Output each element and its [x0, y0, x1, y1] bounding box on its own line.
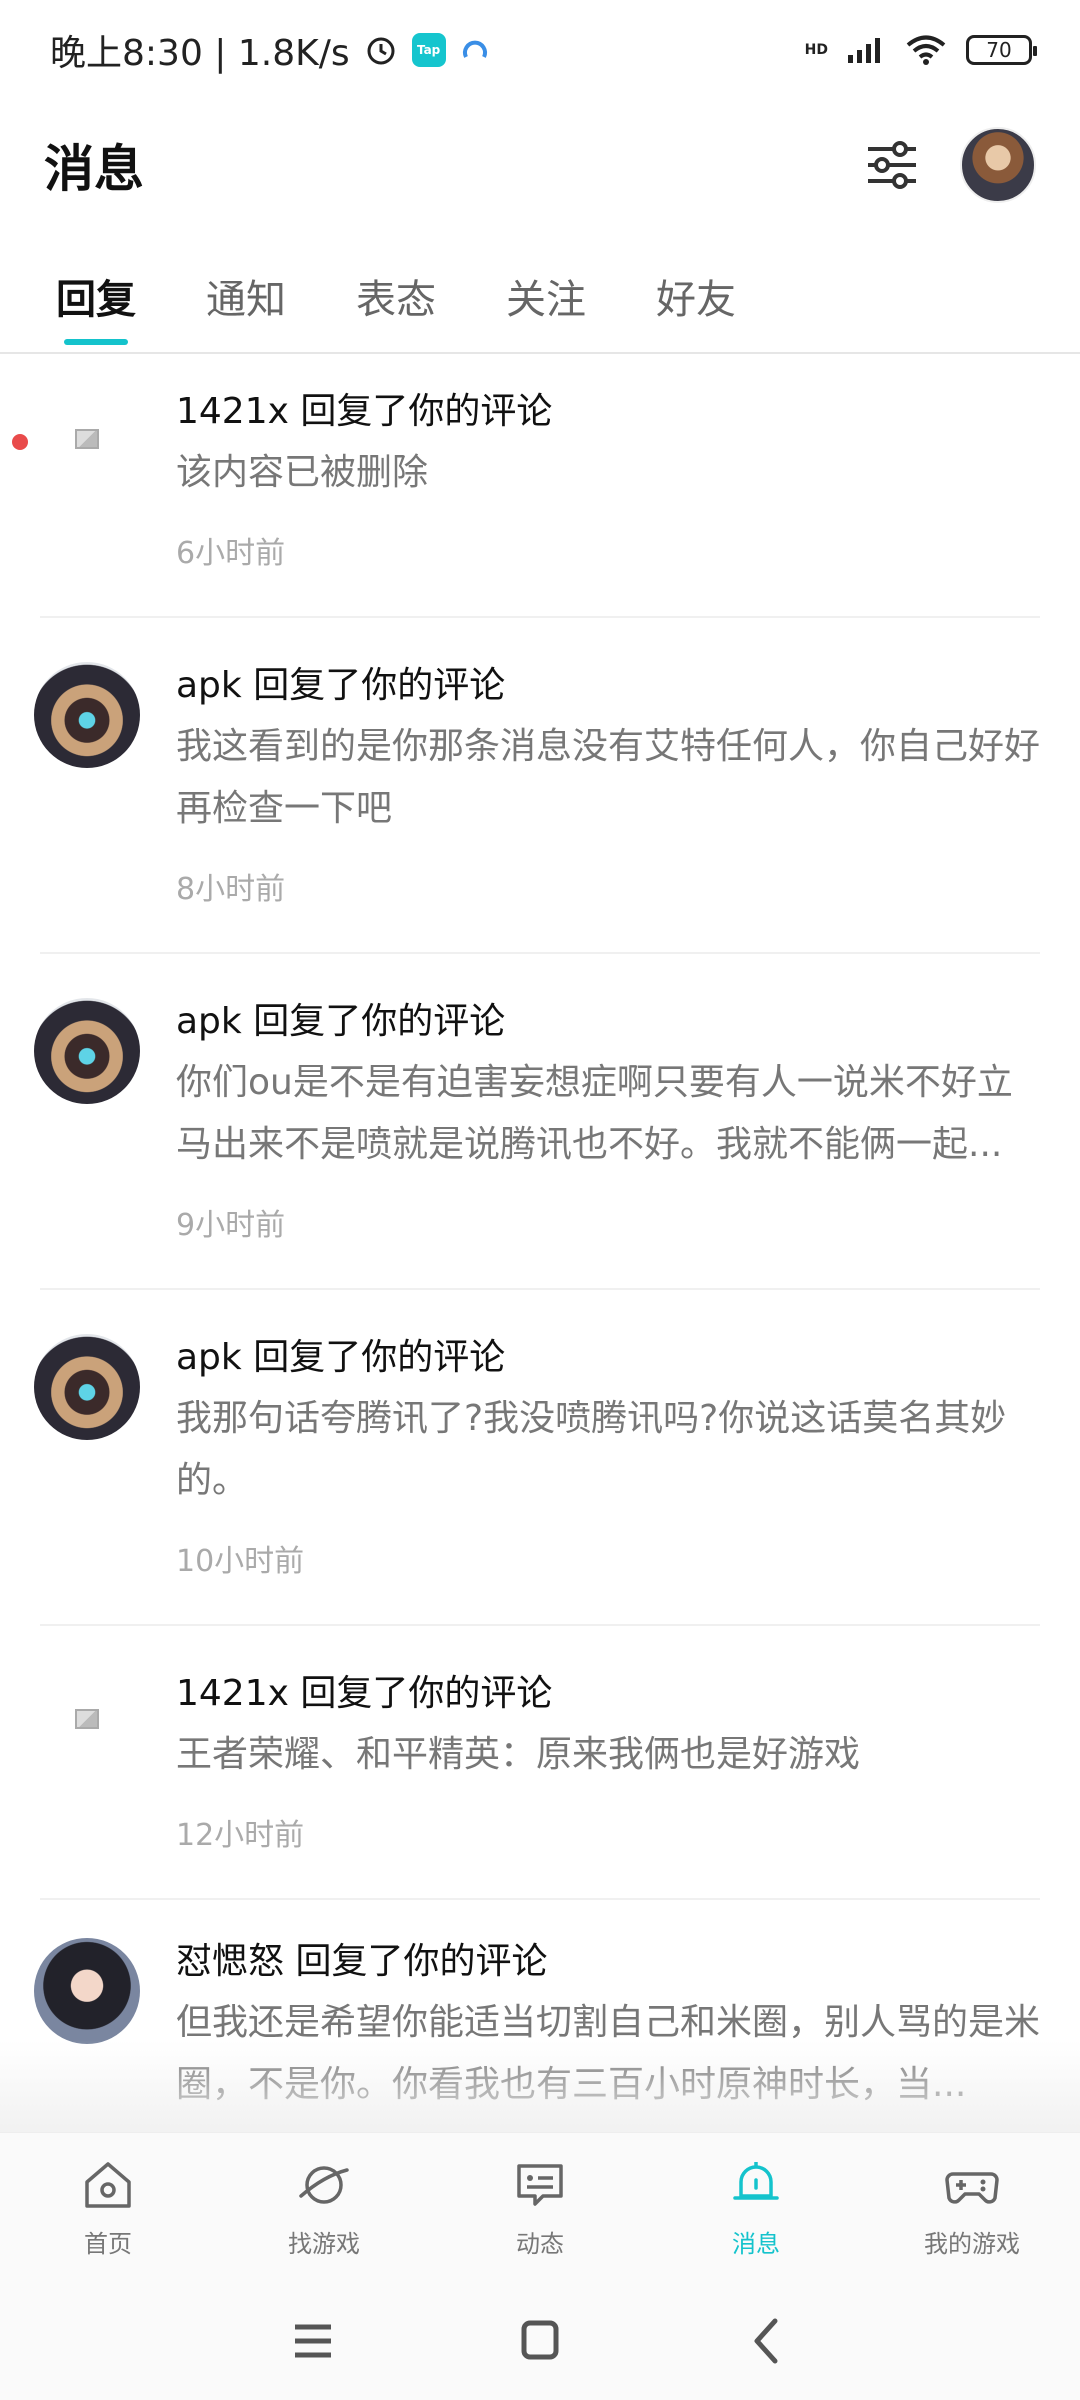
nav-label: 消息 — [732, 2230, 780, 2258]
message-time: 10小时前 — [176, 1544, 305, 1579]
tap-app-icon: Tap — [411, 33, 446, 67]
message-time: 6小时前 — [176, 536, 286, 571]
nav-label: 动态 — [516, 2230, 564, 2258]
tab-friends[interactable]: 好友 — [656, 239, 736, 353]
image-placeholder-icon — [75, 1709, 99, 1729]
tab-reply[interactable]: 回复 — [56, 239, 136, 353]
header-actions — [864, 127, 1036, 203]
nav-label: 首页 — [84, 2230, 132, 2258]
avatar[interactable] — [34, 1938, 140, 2044]
message-time: 8小时前 — [176, 872, 286, 907]
message-content: 我这看到的是你那条消息没有艾特任何人，你自己好好再检查一下吧 — [176, 726, 1040, 829]
filter-settings-icon[interactable] — [864, 137, 920, 193]
message-title: apk 回复了你的评论 — [176, 665, 506, 706]
page-title: 消息 — [44, 140, 144, 198]
wifi-icon — [906, 35, 946, 65]
list-item[interactable]: 怼愢怒 回复了你的评论 但我还是希望你能适当切割自己和米圈，别人骂的是米圈，不是… — [34, 1900, 1040, 2132]
message-title: apk 回复了你的评论 — [176, 1001, 506, 1042]
status-time-speed: 晚上8:30 | 1.8K/s — [50, 33, 350, 74]
menu-icon[interactable] — [281, 2309, 345, 2373]
home-icon — [85, 2162, 131, 2208]
unread-dot — [12, 434, 28, 450]
message-title: 1421x 回复了你的评论 — [176, 391, 553, 432]
list-item[interactable]: apk 回复了你的评论 我这看到的是你那条消息没有艾特任何人，你自己好好再检查一… — [34, 618, 1040, 954]
list-item[interactable]: 1421x 回复了你的评论 王者荣耀、和平精英：原来我俩也是好游戏 12小时前 — [34, 1626, 1040, 1900]
message-time: 9小时前 — [176, 1208, 286, 1243]
bottom-nav: 首页 找游戏 动态 消息 我的游戏 — [0, 2132, 1080, 2282]
network-type-label: HD — [804, 42, 828, 58]
nav-my-games[interactable]: 我的游戏 — [882, 2156, 1062, 2259]
alarm-icon — [367, 37, 395, 65]
avatar[interactable] — [34, 1334, 140, 1440]
system-nav-bar — [0, 2282, 1080, 2400]
nav-find-games[interactable]: 找游戏 — [234, 2156, 414, 2259]
user-avatar[interactable] — [960, 127, 1036, 203]
message-title: apk 回复了你的评论 — [176, 1337, 506, 1378]
message-tabs: 回复 通知 表态 关注 好友 — [0, 240, 1080, 354]
battery-indicator: 70 — [966, 35, 1037, 65]
message-content: 王者荣耀、和平精英：原来我俩也是好游戏 — [176, 1734, 861, 1775]
message-title: 怼愢怒 回复了你的评论 — [176, 1941, 548, 1982]
list-item[interactable]: apk 回复了你的评论 我那句话夸腾讯了?我没喷腾讯吗?你说这话莫名其妙的。 1… — [34, 1290, 1040, 1626]
home-square-icon[interactable] — [508, 2309, 572, 2373]
avatar[interactable] — [34, 1666, 140, 1772]
nav-label: 找游戏 — [288, 2230, 360, 2258]
message-content: 该内容已被删除 — [176, 452, 429, 493]
planet-icon — [299, 2166, 349, 2204]
gamepad-icon — [945, 2172, 999, 2204]
tab-reaction[interactable]: 表态 — [356, 239, 436, 353]
nav-messages[interactable]: 消息 — [666, 2156, 846, 2259]
status-bar: 晚上8:30 | 1.8K/s Tap HD 70 — [0, 0, 1080, 100]
message-list: 1421x 回复了你的评论 该内容已被删除 6小时前 apk 回复了你的评论 我… — [0, 356, 1080, 2132]
header: 消息 — [0, 100, 1080, 230]
image-placeholder-icon — [75, 429, 99, 449]
app-notification-icon — [462, 40, 487, 58]
nav-label: 我的游戏 — [924, 2230, 1020, 2258]
message-content: 但我还是希望你能适当切割自己和米圈，别人骂的是米圈，不是你。你看我也有三百小时原… — [176, 2002, 1040, 2105]
list-item[interactable]: apk 回复了你的评论 你们ou是不是有迫害妄想症啊只要有人一说米不好立马出来不… — [34, 954, 1040, 1290]
avatar[interactable] — [34, 662, 140, 768]
back-icon[interactable] — [735, 2309, 799, 2373]
message-time: 12小时前 — [176, 1818, 305, 1853]
tab-follow[interactable]: 关注 — [506, 239, 586, 353]
signal-icon — [848, 38, 880, 63]
message-content: 我那句话夸腾讯了?我没喷腾讯吗?你说这话莫名其妙的。 — [176, 1398, 1007, 1501]
status-right: HD 70 — [804, 34, 1037, 66]
bell-icon — [733, 2162, 779, 2200]
status-left: 晚上8:30 | 1.8K/s Tap — [50, 24, 490, 76]
chat-card-icon — [517, 2164, 563, 2206]
message-content: 你们ou是不是有迫害妄想症啊只要有人一说米不好立马出来不是喷就是说腾讯也不好。我… — [176, 1062, 1013, 1165]
nav-home[interactable]: 首页 — [18, 2156, 198, 2259]
avatar[interactable] — [34, 998, 140, 1104]
message-title: 1421x 回复了你的评论 — [176, 1673, 553, 1714]
avatar[interactable] — [34, 386, 140, 492]
list-item[interactable]: 1421x 回复了你的评论 该内容已被删除 6小时前 — [12, 356, 1040, 618]
nav-feed[interactable]: 动态 — [450, 2156, 630, 2259]
tab-notice[interactable]: 通知 — [206, 239, 286, 353]
